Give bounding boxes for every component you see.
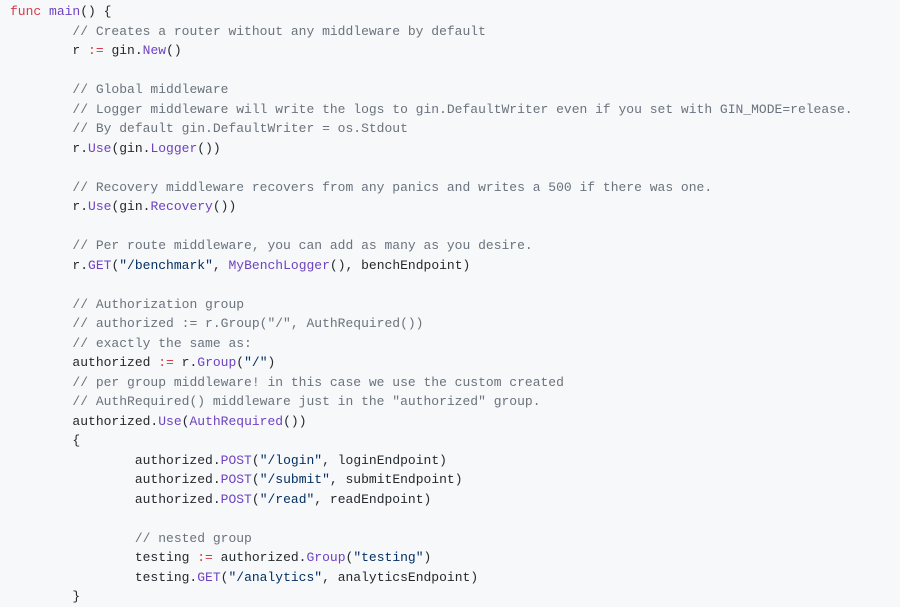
string: "/submit" <box>260 472 330 487</box>
func-group: Group <box>197 355 236 370</box>
text: testing <box>135 550 197 565</box>
func-use: Use <box>88 199 111 214</box>
comment: // By default gin.DefaultWriter = os.Std… <box>72 121 407 136</box>
text: () { <box>80 4 111 19</box>
text: ) <box>424 550 432 565</box>
comment: // Authorization group <box>72 297 244 312</box>
comment: // Recovery middleware recovers from any… <box>72 180 712 195</box>
text: () <box>166 43 182 58</box>
text: ( <box>252 492 260 507</box>
operator: := <box>197 550 213 565</box>
text: r. <box>72 258 88 273</box>
func-recovery: Recovery <box>150 199 212 214</box>
comment: // Per route middleware, you can add as … <box>72 238 532 253</box>
comment: // AuthRequired() middleware just in the… <box>72 394 540 409</box>
func-post: POST <box>221 453 252 468</box>
func-get: GET <box>197 570 220 585</box>
text: { <box>72 433 80 448</box>
string: "/read" <box>260 492 315 507</box>
text: r <box>72 43 88 58</box>
text: authorized. <box>72 414 158 429</box>
string: "/" <box>244 355 267 370</box>
comment: // Logger middleware will write the logs… <box>72 102 852 117</box>
text: ()) <box>213 199 236 214</box>
text: r. <box>72 141 88 156</box>
text: authorized <box>72 355 158 370</box>
text: r. <box>72 199 88 214</box>
text: testing. <box>135 570 197 585</box>
func-use: Use <box>158 414 181 429</box>
text: , submitEndpoint) <box>330 472 463 487</box>
text: , loginEndpoint) <box>322 453 447 468</box>
func-authrequired: AuthRequired <box>189 414 283 429</box>
string: "/benchmark" <box>119 258 213 273</box>
text: authorized. <box>213 550 307 565</box>
text: (gin. <box>111 199 150 214</box>
func-new: New <box>143 43 166 58</box>
text: r. <box>174 355 197 370</box>
operator: := <box>158 355 174 370</box>
text: (gin. <box>111 141 150 156</box>
text: ( <box>252 472 260 487</box>
string: "testing" <box>353 550 423 565</box>
comment: // Creates a router without any middlewa… <box>72 24 485 39</box>
text: , analyticsEndpoint) <box>322 570 478 585</box>
func-use: Use <box>88 141 111 156</box>
func-group: Group <box>306 550 345 565</box>
string: "/analytics" <box>228 570 322 585</box>
func-get: GET <box>88 258 111 273</box>
string: "/login" <box>260 453 322 468</box>
text: authorized. <box>135 472 221 487</box>
func-logger: Logger <box>150 141 197 156</box>
comment: // authorized := r.Group("/", AuthRequir… <box>72 316 423 331</box>
text: } <box>72 589 80 604</box>
operator: := <box>88 43 104 58</box>
text: gin. <box>104 43 143 58</box>
text: authorized. <box>135 453 221 468</box>
text: , <box>213 258 229 273</box>
text: ()) <box>283 414 306 429</box>
code-block: func main() { // Creates a router withou… <box>0 0 900 607</box>
text: ( <box>252 453 260 468</box>
func-post: POST <box>221 492 252 507</box>
func-mybenchlogger: MyBenchLogger <box>228 258 329 273</box>
func-main: main <box>49 4 80 19</box>
comment: // per group middleware! in this case we… <box>72 375 563 390</box>
text: authorized. <box>135 492 221 507</box>
text: ( <box>236 355 244 370</box>
text: ) <box>268 355 276 370</box>
text: (), benchEndpoint) <box>330 258 470 273</box>
keyword-func: func <box>10 4 41 19</box>
comment: // nested group <box>135 531 252 546</box>
comment: // Global middleware <box>72 82 228 97</box>
func-post: POST <box>221 472 252 487</box>
comment: // exactly the same as: <box>72 336 251 351</box>
text: , readEndpoint) <box>314 492 431 507</box>
text: ()) <box>197 141 220 156</box>
